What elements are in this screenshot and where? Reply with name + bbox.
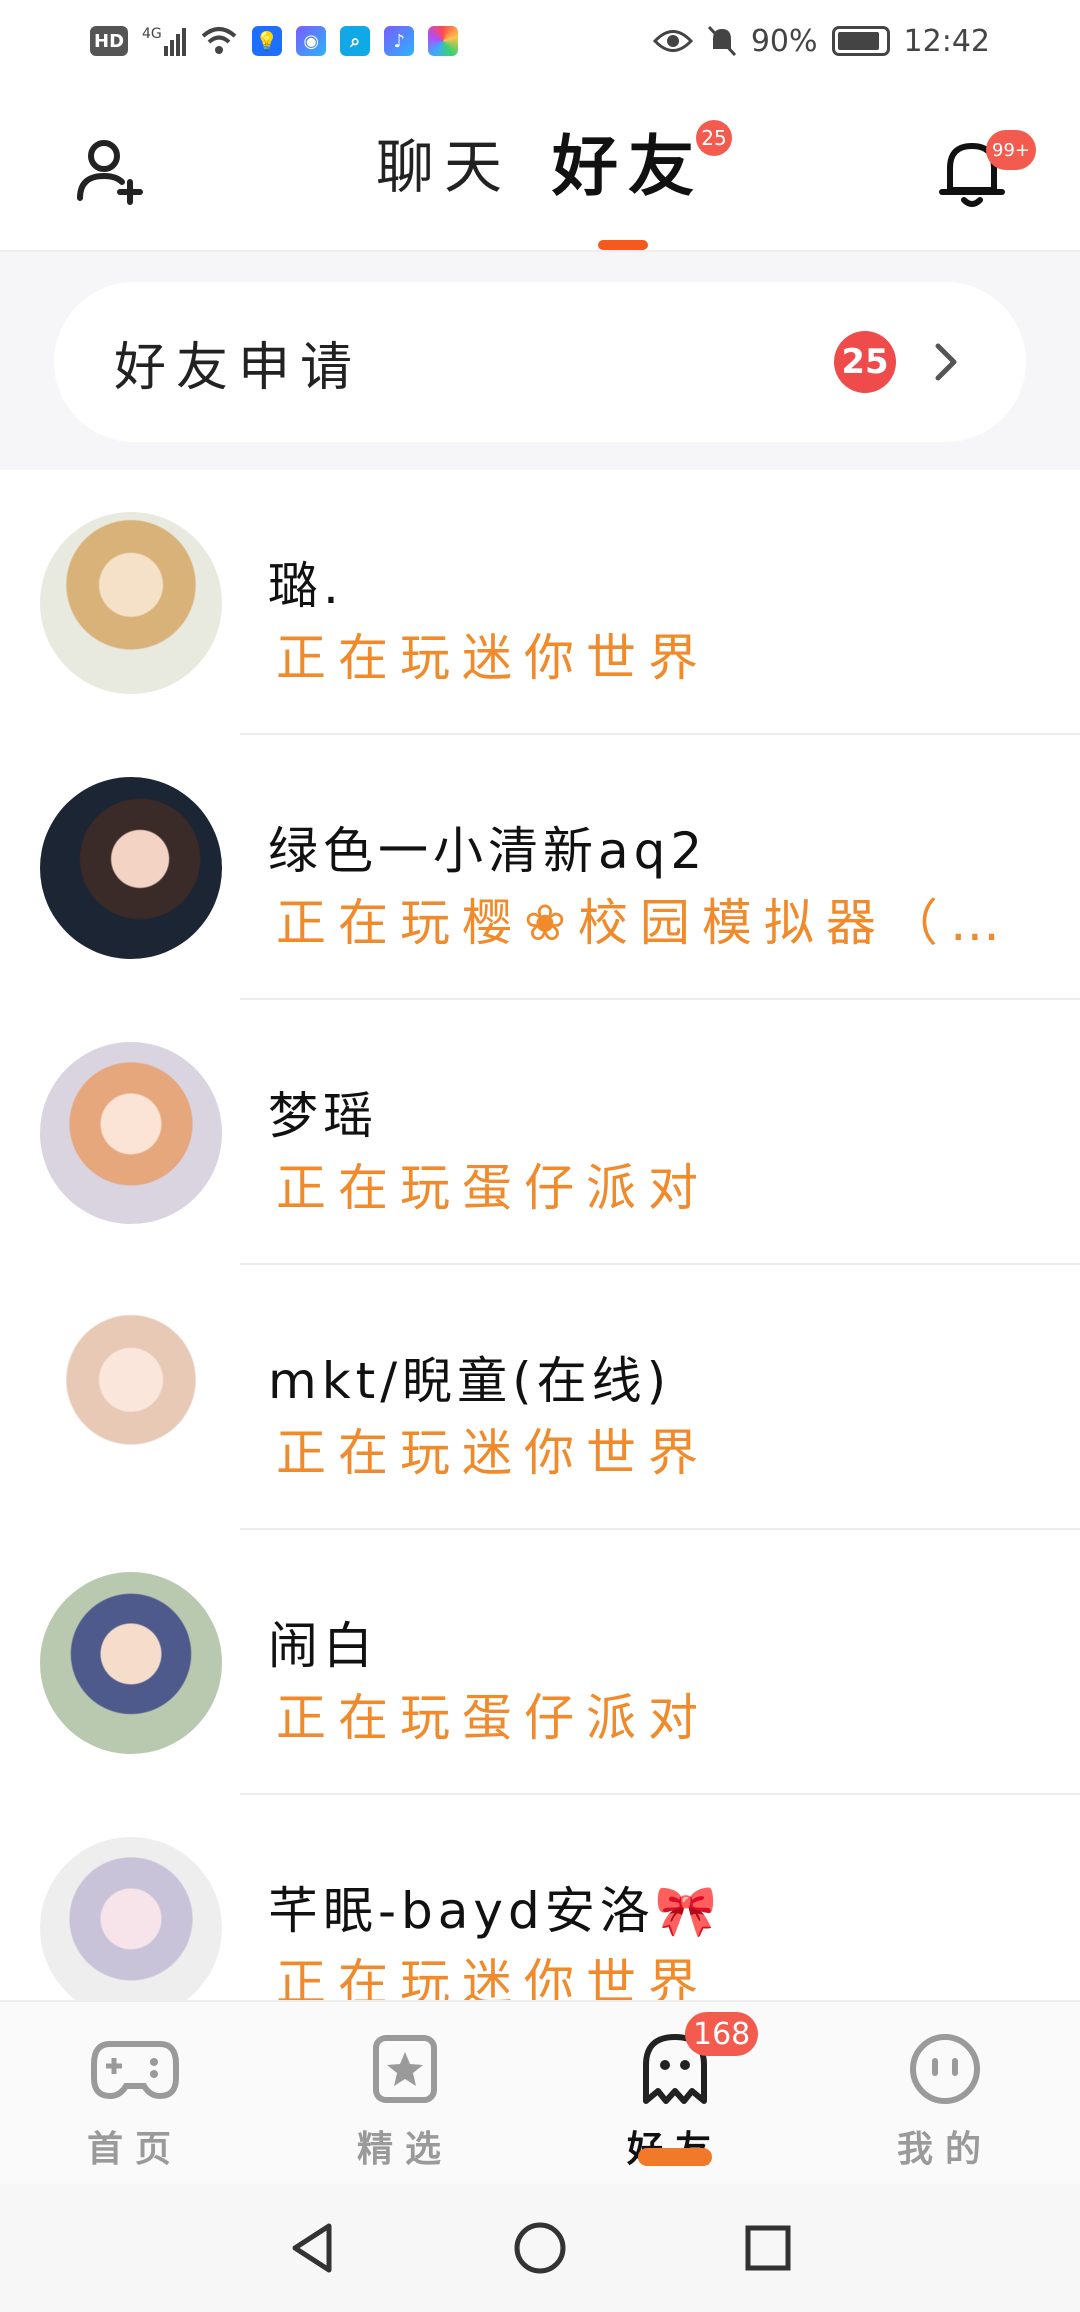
friends-nav-badge: 168 [685, 2012, 759, 2056]
nav-profile-label: 我的 [896, 2129, 993, 2170]
chat-unread-badge: 25 [696, 120, 732, 156]
friend-list-item[interactable]: 闹白 正在玩蛋仔派对 [0, 1530, 1080, 1795]
status-right: 90% 12:42 [652, 23, 990, 59]
avatar[interactable] [40, 1572, 222, 1754]
friend-list-item[interactable]: mkt/睨童(在线) 正在玩迷你世界 [0, 1265, 1080, 1530]
bottom-nav: 首页 精选 好友 168 我的 [0, 2000, 1080, 2184]
friend-status: 正在玩蛋仔派对 [276, 1689, 710, 1747]
battery-percentage: 90% [750, 23, 818, 59]
friend-list: 璐. 正在玩迷你世界 绿色一小清新aq2 正在玩樱❀校园模拟器（… 梦瑶 正在玩… [0, 470, 1080, 2000]
back-icon[interactable] [287, 2220, 337, 2276]
friend-request-label: 好友申请 [114, 337, 363, 398]
nav-home[interactable]: 首页 [0, 2002, 270, 2184]
status-bar: HD 4G 💡 ◉ ⌕ ♪ 90% 12:42 [0, 0, 1080, 82]
friend-name: 芊眠-bayd安洛🎀 [268, 1882, 723, 1940]
battery-icon [831, 26, 890, 56]
friend-list-item[interactable]: 梦瑶 正在玩蛋仔派对 [0, 1000, 1080, 1265]
friend-list-item[interactable]: 芊眠-bayd安洛🎀 正在玩迷你世界 [0, 1795, 1080, 2000]
status-left-icons: HD 4G 💡 ◉ ⌕ ♪ [90, 26, 459, 56]
header-tabs: 聊天 好友 25 [0, 120, 1080, 212]
app-notification-icon: 💡 [251, 26, 283, 56]
notification-badge: 99+ [986, 130, 1036, 170]
nav-friends[interactable]: 好友 168 [540, 2002, 810, 2184]
top-bar: 聊天 好友 25 99+ [0, 82, 1080, 252]
avatar[interactable] [40, 512, 222, 694]
avatar[interactable] [40, 1837, 222, 2000]
recents-icon[interactable] [743, 2223, 793, 2273]
nav-home-label: 首页 [86, 2129, 183, 2170]
signal-4g-icon: 4G [142, 26, 186, 56]
friend-request-count-badge: 25 [834, 331, 896, 393]
nav-featured[interactable]: 精选 [270, 2002, 540, 2184]
tab-friends-label: 好友 [552, 128, 704, 205]
friend-name: mkt/睨童(在线) [268, 1352, 672, 1410]
notifications-button[interactable]: 99+ [930, 130, 1036, 214]
friend-name: 璐. [268, 557, 344, 615]
browser-icon: ◉ [296, 26, 327, 56]
tab-friends[interactable]: 好友 25 [552, 120, 732, 212]
face-icon [900, 2028, 990, 2110]
nav-active-indicator [638, 2148, 712, 2166]
friend-status: 正在玩迷你世界 [276, 629, 710, 687]
wifi-icon [201, 27, 237, 54]
music-icon: ♪ [384, 26, 415, 56]
friend-list-item[interactable]: 璐. 正在玩迷你世界 [0, 470, 1080, 735]
app-icon [428, 26, 459, 56]
friend-name: 闹白 [268, 1617, 378, 1675]
avatar[interactable] [40, 1042, 222, 1224]
friend-name: 梦瑶 [268, 1087, 378, 1145]
nav-featured-label: 精选 [356, 2129, 453, 2170]
star-card-icon [360, 2028, 450, 2110]
avatar[interactable] [40, 1307, 222, 1489]
nav-profile[interactable]: 我的 [810, 2002, 1080, 2184]
chevron-right-icon [935, 343, 957, 381]
mute-bell-icon [707, 25, 736, 57]
friend-status: 正在玩蛋仔派对 [276, 1159, 710, 1217]
friend-status: 正在玩迷你世界 [276, 1424, 710, 1482]
friend-status: 正在玩樱❀校园模拟器（… [276, 894, 1006, 952]
friend-request-button[interactable]: 好友申请 25 [54, 282, 1026, 442]
hd-icon: HD [90, 26, 129, 56]
friend-status: 正在玩迷你世界 [276, 1954, 710, 2000]
active-tab-indicator [598, 240, 648, 250]
friend-request-section: 好友申请 25 [0, 252, 1080, 470]
home-icon[interactable] [512, 2220, 568, 2276]
system-navigation-bar [0, 2184, 1080, 2312]
friend-name: 绿色一小清新aq2 [268, 822, 708, 880]
avatar[interactable] [40, 777, 222, 959]
clock: 12:42 [903, 23, 990, 59]
eye-icon [652, 30, 693, 52]
search-app-icon: ⌕ [340, 26, 371, 56]
friend-list-item[interactable]: 绿色一小清新aq2 正在玩樱❀校园模拟器（… [0, 735, 1080, 1000]
tab-chat-label: 聊天 [375, 133, 512, 201]
gamepad-icon [90, 2028, 180, 2110]
tab-chat[interactable]: 聊天 [376, 122, 512, 212]
